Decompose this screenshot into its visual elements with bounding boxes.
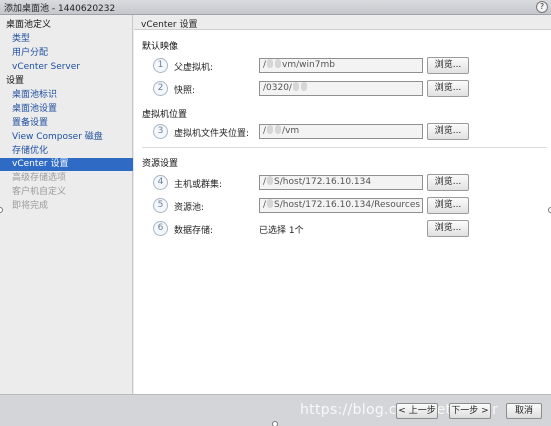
next-button[interactable]: 下一步 > <box>449 403 491 419</box>
sidebar-item-type[interactable]: 类型 <box>0 33 133 46</box>
sidebar-item-composer-disks[interactable]: View Composer 磁盘 <box>0 131 133 144</box>
panel-header: vCenter 设置 <box>134 15 551 30</box>
sidebar-header-settings: 设置 <box>6 76 25 86</box>
sidebar-item-pool-settings[interactable]: 桌面池设置 <box>0 103 133 116</box>
page-title: vCenter 设置 <box>141 20 198 30</box>
sidebar-header-pool-definition: 桌面池定义 <box>6 20 52 30</box>
vcenter-settings-panel: vCenter 设置 默认映像 1 父虚拟机: / vm/win7mb 浏览...… <box>134 15 551 394</box>
help-icon[interactable]: ? <box>536 1 548 13</box>
section-resource-settings: 资源设置 <box>142 159 179 169</box>
step-4-icon: 4 <box>153 175 168 190</box>
sidebar-item-provisioning-settings[interactable]: 置备设置 <box>0 117 133 130</box>
snapshot-browse-button[interactable]: 浏览... <box>427 80 469 97</box>
section-vm-location: 虚拟机位置 <box>142 110 188 120</box>
host-cluster-browse-button[interactable]: 浏览... <box>427 174 469 191</box>
wizard-steps-sidebar: 桌面池定义 类型 用户分配 vCenter Server 设置 桌面池标识 桌面… <box>0 15 133 394</box>
sidebar-item-vcenter-settings[interactable]: vCenter 设置 <box>0 158 133 171</box>
back-button[interactable]: < 上一步 <box>396 403 438 419</box>
parent-vm-field: / vm/win7mb <box>259 58 423 73</box>
title-bar: 添加桌面池 - 1440620232 ? <box>0 0 551 15</box>
cancel-button[interactable]: 取消 <box>506 403 542 419</box>
sidebar-item-vcenter-server[interactable]: vCenter Server <box>0 61 133 74</box>
vm-folder-browse-button[interactable]: 浏览... <box>427 123 469 140</box>
resize-handle-bottom[interactable] <box>272 421 278 426</box>
parent-vm-label: 父虚拟机: <box>174 63 214 73</box>
parent-vm-browse-button[interactable]: 浏览... <box>427 57 469 74</box>
snapshot-label: 快照: <box>174 86 196 96</box>
vm-folder-label: 虚拟机文件夹位置: <box>174 129 250 139</box>
datastore-browse-button[interactable]: 浏览... <box>427 220 469 237</box>
section-default-image: 默认映像 <box>142 42 179 52</box>
host-cluster-label: 主机或群集: <box>174 180 223 190</box>
host-cluster-field: / S/host/172.16.10.134 <box>259 175 423 190</box>
sidebar-item-user-assignment[interactable]: 用户分配 <box>0 47 133 60</box>
sidebar-item-storage-optimization[interactable]: 存储优化 <box>0 145 133 158</box>
resource-pool-label: 资源池: <box>174 203 205 213</box>
datastore-value: 已选择 1个 <box>259 226 304 236</box>
step-6-icon: 6 <box>153 221 168 236</box>
sidebar-item-ready-to-complete: 即将完成 <box>12 201 49 211</box>
step-3-icon: 3 <box>153 124 168 139</box>
resource-pool-field: / S/host/172.16.10.134/Resources <box>259 198 423 213</box>
sidebar-item-advanced-storage: 高级存储选项 <box>12 173 67 183</box>
step-1-icon: 1 <box>153 58 168 73</box>
vm-folder-field: //vm <box>259 124 423 139</box>
step-2-icon: 2 <box>153 81 168 96</box>
window-title: 添加桌面池 - 1440620232 <box>4 4 116 14</box>
datastore-label: 数据存储: <box>174 226 214 236</box>
snapshot-field: /0320/ <box>259 81 423 96</box>
resource-pool-browse-button[interactable]: 浏览... <box>427 197 469 214</box>
step-5-icon: 5 <box>153 198 168 213</box>
sidebar-item-pool-id[interactable]: 桌面池标识 <box>0 89 133 102</box>
sidebar-item-guest-customization: 客户机自定义 <box>12 187 67 197</box>
section-divider <box>142 147 547 148</box>
